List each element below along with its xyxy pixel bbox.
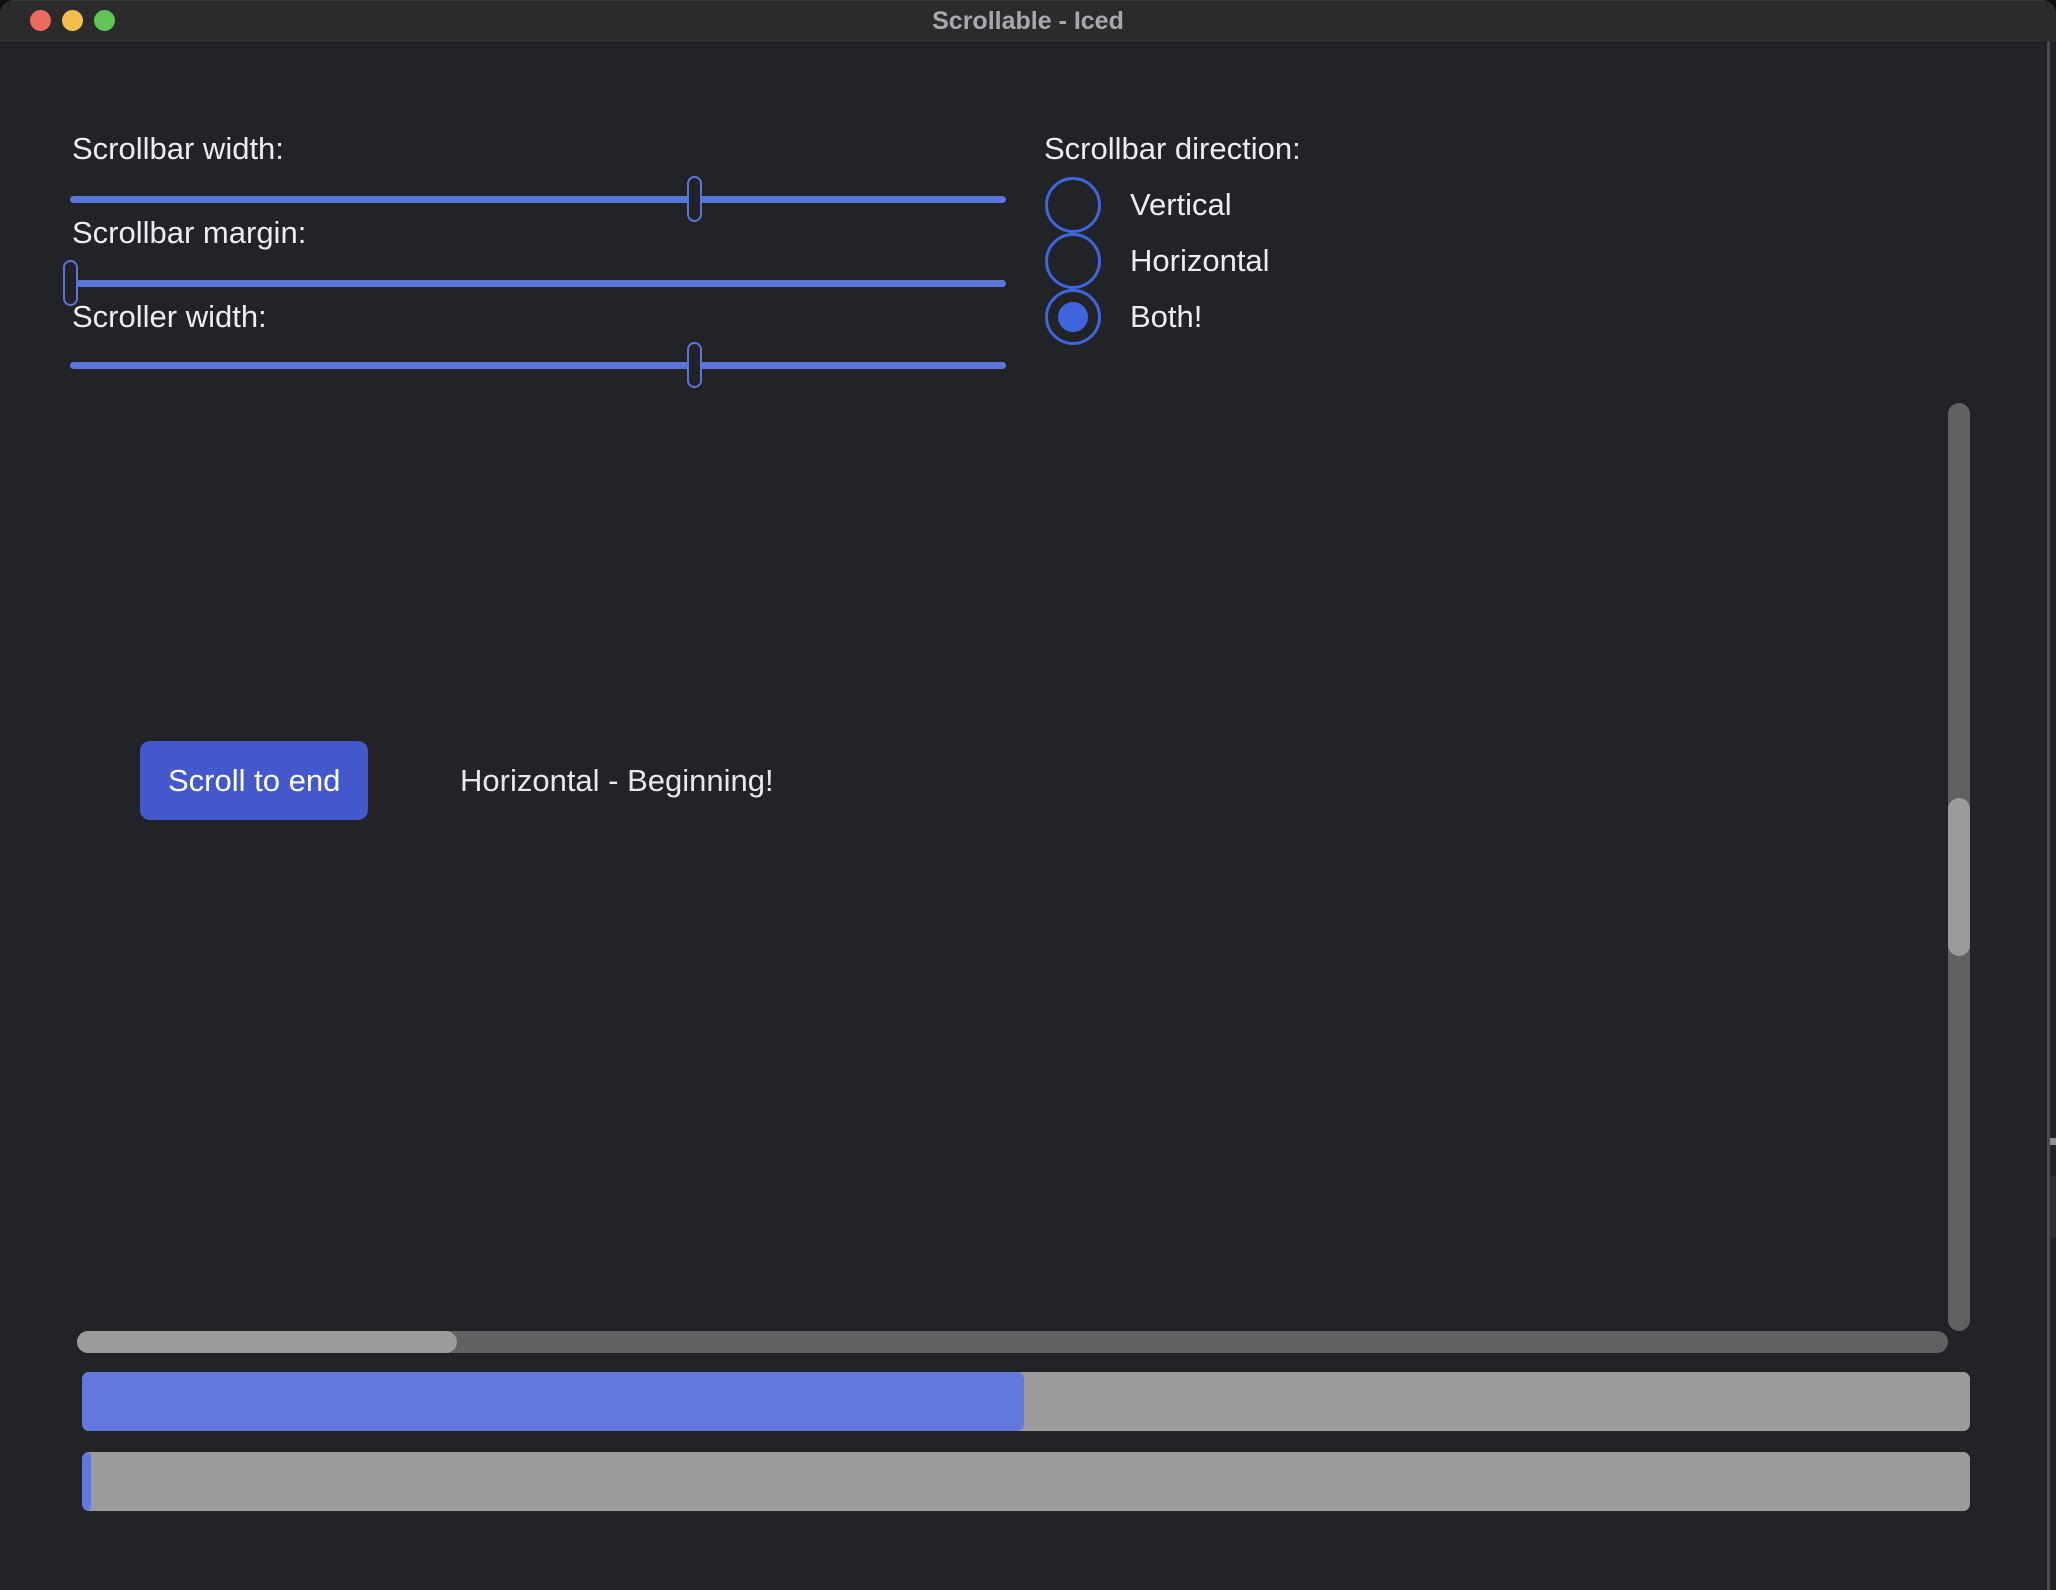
titlebar: Scrollable - Iced	[0, 0, 2056, 43]
radio-label-both: Both!	[1130, 299, 1202, 335]
radio-option[interactable]: Vertical	[1045, 177, 1232, 233]
radio-option[interactable]: Both!	[1045, 289, 1202, 345]
slider-handle[interactable]	[687, 342, 702, 388]
horizontal-scrollbar-rail[interactable]	[77, 1331, 1948, 1353]
horizontal-scrollbar-thumb[interactable]	[77, 1331, 457, 1353]
vertical-scrollbar-rail[interactable]	[1948, 403, 1970, 1331]
radio-option[interactable]: Horizontal	[1045, 233, 1270, 289]
window-right-edge	[2047, 42, 2050, 1590]
scroll-status-text: Horizontal - Beginning!	[460, 741, 774, 820]
scrollbar-width-label: Scrollbar width:	[72, 131, 284, 167]
app-window: Scrollable - Iced Scrollbar width: Scrol…	[0, 0, 2056, 1590]
window-title: Scrollable - Iced	[0, 0, 2056, 42]
outer-scrollbar-mark	[2050, 1138, 2056, 1145]
progress-fill	[82, 1452, 91, 1511]
radio-label-horizontal: Horizontal	[1130, 243, 1270, 279]
radio-label-vertical: Vertical	[1130, 187, 1232, 223]
scrollbar-width-slider[interactable]	[70, 196, 1006, 203]
outer-scrollbar-thumb[interactable]	[2050, 1176, 2056, 1238]
radio-dot	[1058, 302, 1088, 332]
scrollbar-margin-label: Scrollbar margin:	[72, 215, 306, 251]
radio-button[interactable]	[1045, 289, 1101, 345]
slider-handle[interactable]	[687, 176, 702, 222]
scroller-width-label: Scroller width:	[72, 299, 267, 335]
vertical-scrollbar-thumb[interactable]	[1948, 798, 1970, 956]
scrollbar-direction-label: Scrollbar direction:	[1044, 131, 1301, 167]
progress-fill	[82, 1372, 1024, 1431]
radio-button[interactable]	[1045, 177, 1101, 233]
scroller-width-slider[interactable]	[70, 362, 1006, 369]
progress-bar	[82, 1372, 1970, 1431]
scroll-to-end-button[interactable]: Scroll to end	[140, 741, 368, 820]
scrollbar-margin-slider[interactable]	[70, 280, 1006, 287]
progress-bar	[82, 1452, 1970, 1511]
radio-button[interactable]	[1045, 233, 1101, 289]
